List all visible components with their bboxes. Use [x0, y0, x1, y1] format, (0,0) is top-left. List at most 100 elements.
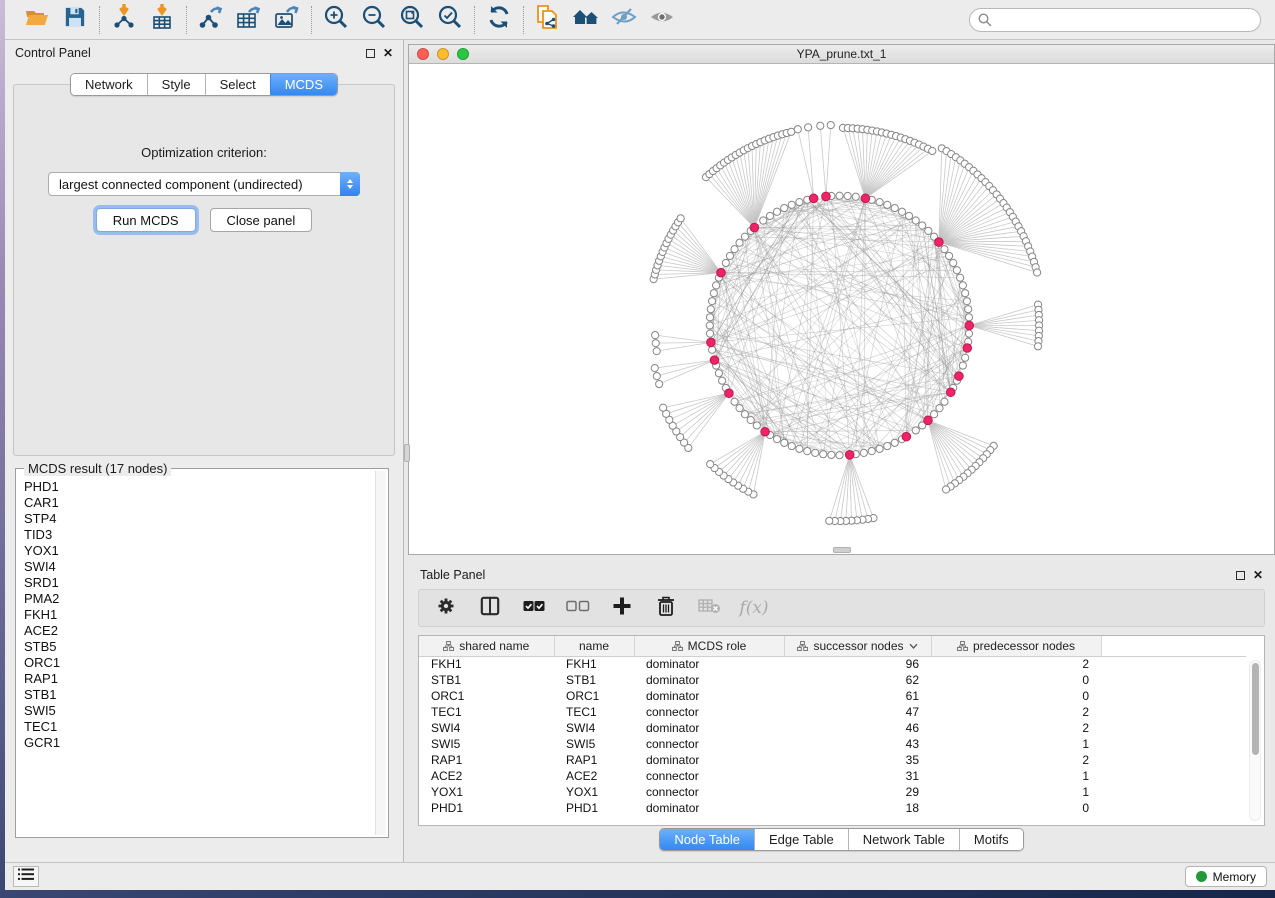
cell-successor-nodes[interactable]: 18: [784, 800, 931, 816]
cell-shared-name[interactable]: FKH1: [419, 656, 554, 672]
mcds-result-item[interactable]: FKH1: [24, 607, 374, 623]
network-canvas[interactable]: [409, 64, 1274, 554]
mcds-result-item[interactable]: SWI5: [24, 703, 374, 719]
vertical-splitter-handle[interactable]: [404, 444, 410, 462]
cell-successor-nodes[interactable]: 96: [784, 656, 931, 672]
table-tab-node-table[interactable]: Node Table: [660, 829, 754, 850]
cell-predecessor-nodes[interactable]: 0: [931, 800, 1101, 816]
zoom-fit-button[interactable]: [396, 5, 428, 35]
cell-name[interactable]: SWI4: [554, 720, 634, 736]
cell-name[interactable]: STB1: [554, 672, 634, 688]
cell-predecessor-nodes[interactable]: 1: [931, 784, 1101, 800]
column-header-successor-nodes[interactable]: successor nodes: [784, 636, 931, 656]
open-file-button[interactable]: [21, 5, 53, 35]
cell-MCDS-role[interactable]: dominator: [634, 720, 784, 736]
cell-successor-nodes[interactable]: 35: [784, 752, 931, 768]
tab-select[interactable]: Select: [205, 74, 270, 95]
table-row[interactable]: SWI4SWI4dominator462: [419, 720, 1246, 736]
close-table-panel-icon[interactable]: ✕: [1253, 569, 1263, 581]
mcds-result-item[interactable]: STB1: [24, 687, 374, 703]
export-table-button[interactable]: [233, 5, 265, 35]
criterion-dropdown[interactable]: largest connected component (undirected): [48, 172, 360, 196]
mcds-result-item[interactable]: CAR1: [24, 495, 374, 511]
cell-shared-name[interactable]: ORC1: [419, 688, 554, 704]
cell-predecessor-nodes[interactable]: 0: [931, 672, 1101, 688]
table-tab-edge-table[interactable]: Edge Table: [754, 829, 848, 850]
cell-name[interactable]: FKH1: [554, 656, 634, 672]
cell-name[interactable]: YOX1: [554, 784, 634, 800]
duplicate-network-button[interactable]: [532, 5, 564, 35]
import-network-button[interactable]: [108, 5, 140, 35]
table-row[interactable]: ORC1ORC1dominator610: [419, 688, 1246, 704]
table-row[interactable]: YOX1YOX1connector291: [419, 784, 1246, 800]
table-tab-motifs[interactable]: Motifs: [959, 829, 1023, 850]
mcds-result-item[interactable]: TEC1: [24, 719, 374, 735]
cell-predecessor-nodes[interactable]: 2: [931, 704, 1101, 720]
table-settings-button[interactable]: [433, 594, 459, 622]
cell-name[interactable]: RAP1: [554, 752, 634, 768]
cell-MCDS-role[interactable]: dominator: [634, 752, 784, 768]
cell-MCDS-role[interactable]: dominator: [634, 656, 784, 672]
table-row[interactable]: PHD1PHD1dominator180: [419, 800, 1246, 816]
cell-name[interactable]: PHD1: [554, 800, 634, 816]
mcds-result-item[interactable]: PMA2: [24, 591, 374, 607]
mcds-result-item[interactable]: ACE2: [24, 623, 374, 639]
show-panels-menu-button[interactable]: [13, 866, 39, 887]
save-session-button[interactable]: [59, 5, 91, 35]
table-row[interactable]: ACE2ACE2connector311: [419, 768, 1246, 784]
cell-MCDS-role[interactable]: connector: [634, 704, 784, 720]
show-column-panel-button[interactable]: [477, 594, 503, 622]
tab-network[interactable]: Network: [71, 74, 147, 95]
column-header-shared-name[interactable]: shared name: [419, 636, 554, 656]
cell-name[interactable]: ACE2: [554, 768, 634, 784]
import-table-button[interactable]: [146, 5, 178, 35]
cell-shared-name[interactable]: SWI4: [419, 720, 554, 736]
mcds-result-item[interactable]: STB5: [24, 639, 374, 655]
cell-shared-name[interactable]: YOX1: [419, 784, 554, 800]
cell-MCDS-role[interactable]: dominator: [634, 800, 784, 816]
tab-mcds[interactable]: MCDS: [270, 74, 337, 95]
cell-shared-name[interactable]: RAP1: [419, 752, 554, 768]
cell-successor-nodes[interactable]: 47: [784, 704, 931, 720]
column-header-MCDS-role[interactable]: MCDS role: [634, 636, 784, 656]
cell-successor-nodes[interactable]: 29: [784, 784, 931, 800]
cell-predecessor-nodes[interactable]: 2: [931, 752, 1101, 768]
select-all-columns-button[interactable]: [521, 594, 547, 622]
cell-shared-name[interactable]: SWI5: [419, 736, 554, 752]
cell-successor-nodes[interactable]: 62: [784, 672, 931, 688]
table-row[interactable]: TEC1TEC1connector472: [419, 704, 1246, 720]
cell-name[interactable]: ORC1: [554, 688, 634, 704]
close-panel-icon[interactable]: ✕: [383, 47, 393, 59]
cell-successor-nodes[interactable]: 43: [784, 736, 931, 752]
search-input[interactable]: [969, 8, 1261, 32]
cell-successor-nodes[interactable]: 31: [784, 768, 931, 784]
delete-table-button-disabled[interactable]: [697, 594, 723, 622]
cell-predecessor-nodes[interactable]: 2: [931, 720, 1101, 736]
tab-style[interactable]: Style: [147, 74, 205, 95]
zoom-in-button[interactable]: [320, 5, 352, 35]
cell-predecessor-nodes[interactable]: 1: [931, 736, 1101, 752]
export-network-button[interactable]: [195, 5, 227, 35]
mcds-result-item[interactable]: SWI4: [24, 559, 374, 575]
cell-shared-name[interactable]: TEC1: [419, 704, 554, 720]
table-tab-network-table[interactable]: Network Table: [848, 829, 959, 850]
column-header-predecessor-nodes[interactable]: predecessor nodes: [931, 636, 1101, 656]
table-row[interactable]: RAP1RAP1dominator352: [419, 752, 1246, 768]
zoom-out-button[interactable]: [358, 5, 390, 35]
cell-MCDS-role[interactable]: connector: [634, 736, 784, 752]
close-panel-button[interactable]: Close panel: [210, 208, 313, 232]
mcds-result-item[interactable]: STP4: [24, 511, 374, 527]
table-row[interactable]: SWI5SWI5connector431: [419, 736, 1246, 752]
table-scrollbar-thumb[interactable]: [1252, 663, 1259, 755]
show-eye-button[interactable]: [646, 5, 678, 35]
function-builder-button-disabled[interactable]: f(x): [741, 594, 767, 622]
cell-successor-nodes[interactable]: 46: [784, 720, 931, 736]
cell-shared-name[interactable]: ACE2: [419, 768, 554, 784]
cell-name[interactable]: TEC1: [554, 704, 634, 720]
mcds-result-item[interactable]: TID3: [24, 527, 374, 543]
cell-MCDS-role[interactable]: connector: [634, 768, 784, 784]
run-mcds-button[interactable]: Run MCDS: [96, 208, 196, 232]
zoom-selected-button[interactable]: [434, 5, 466, 35]
mcds-result-item[interactable]: ORC1: [24, 655, 374, 671]
cell-successor-nodes[interactable]: 61: [784, 688, 931, 704]
